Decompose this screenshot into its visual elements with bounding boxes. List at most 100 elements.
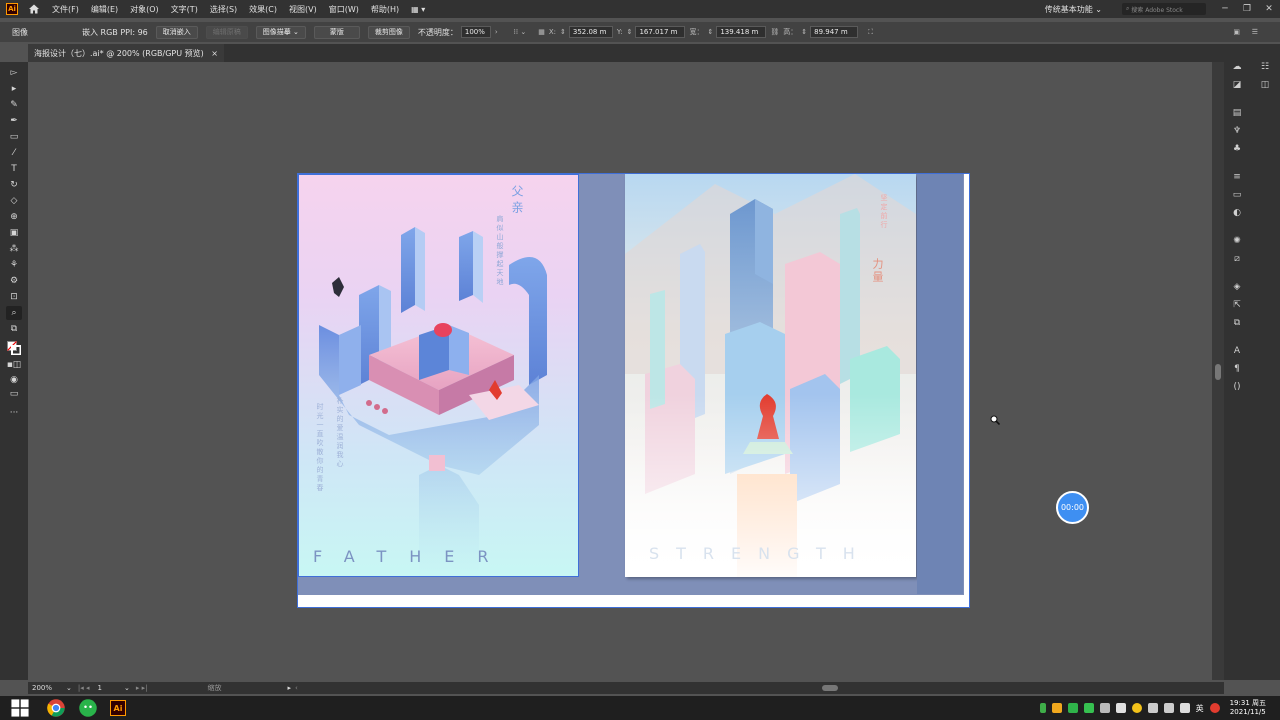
stepper-icon[interactable]: ⇕ xyxy=(707,28,713,36)
battery-icon[interactable] xyxy=(1039,703,1046,713)
display-icon[interactable] xyxy=(1163,703,1174,713)
chevron-down-icon[interactable]: ⌄ xyxy=(66,684,72,692)
input-method-indicator[interactable]: 英 xyxy=(1196,703,1204,714)
direct-selection-tool-icon[interactable]: ▸ xyxy=(6,82,22,96)
artboards-icon[interactable]: ◪ xyxy=(1229,78,1245,92)
x-field[interactable]: 352.08 m xyxy=(568,26,613,38)
poster-father[interactable]: 父亲 肩似山般撑起天地 朴实的爱温润我心 时光一直吹散你的青春 FATHER xyxy=(298,174,579,577)
vertical-scrollbar[interactable] xyxy=(1212,62,1224,680)
stock-search-input[interactable]: ⌕ 搜索 Adobe Stock xyxy=(1122,3,1206,15)
close-icon[interactable]: ✕ xyxy=(1258,4,1280,14)
gradient-icon[interactable]: ▭ xyxy=(1229,188,1245,202)
reference-point-icon[interactable]: ▦ xyxy=(538,28,545,36)
y-field[interactable]: 167.017 m xyxy=(635,26,686,38)
menu-effect[interactable]: 效果(C) xyxy=(249,4,277,15)
transform-icon[interactable]: ⛶ xyxy=(868,28,873,37)
free-transform-tool-icon[interactable]: ⊕ xyxy=(6,210,22,224)
menu-edit[interactable]: 编辑(E) xyxy=(91,4,118,15)
menu-window[interactable]: 窗口(W) xyxy=(329,4,359,15)
taskbar-clock[interactable]: 19:31 周五 2021/11/5 xyxy=(1230,699,1266,717)
chrome-icon[interactable] xyxy=(46,698,66,718)
zoom-level[interactable]: 200% xyxy=(32,684,52,692)
workspace-switcher[interactable]: 传统基本功能 ⌄ xyxy=(1045,4,1102,15)
more-tools-icon[interactable]: ··· xyxy=(6,406,22,420)
rotate-tool-icon[interactable]: ↻ xyxy=(6,178,22,192)
link-proportions-icon[interactable]: ⛓ xyxy=(770,28,779,36)
chevron-right-icon[interactable]: › xyxy=(495,28,498,36)
stepper-icon[interactable]: ⇕ xyxy=(560,28,566,36)
volume-icon[interactable] xyxy=(1179,703,1190,713)
image-trace-icon[interactable]: ⧄ xyxy=(1229,252,1245,266)
libraries-icon[interactable]: ▤ xyxy=(1229,106,1245,120)
color-mode-icon[interactable]: ▪◫ xyxy=(6,358,22,372)
align-icon[interactable]: ⁞⁞ ⌄ xyxy=(514,28,527,36)
paintbrush-tool-icon[interactable]: ⁄ xyxy=(6,146,22,160)
export-icon[interactable]: ⇱ xyxy=(1229,298,1245,312)
pathfinder-icon[interactable]: ⧉ xyxy=(1229,316,1245,330)
next-artboard-icon[interactable]: ▸ ▸| xyxy=(136,684,148,692)
type-tool-icon[interactable]: T xyxy=(6,162,22,176)
menu-view[interactable]: 视图(V) xyxy=(289,4,317,15)
network-icon[interactable] xyxy=(1115,703,1126,713)
mask-button[interactable]: 蒙版 xyxy=(313,25,360,39)
document-tab[interactable]: 海报设计（七）.ai* @ 200% (RGB/GPU 预览) × xyxy=(28,44,224,62)
gradient-tool-icon[interactable]: ▣ xyxy=(6,226,22,240)
chevron-down-icon[interactable]: ⌄ xyxy=(124,684,130,692)
vertical-scroll-thumb[interactable] xyxy=(1215,364,1221,380)
layers-icon[interactable]: ◈ xyxy=(1229,280,1245,294)
selection-tool-icon[interactable]: ▻ xyxy=(6,66,22,80)
document-info-icon[interactable]: ◫ xyxy=(1257,78,1273,92)
scroll-left-icon[interactable]: ‹ xyxy=(295,684,298,692)
minimize-icon[interactable]: ─ xyxy=(1214,4,1236,14)
magic-wand-tool-icon[interactable]: ✎ xyxy=(6,98,22,112)
draw-mode-icon[interactable]: ◉ xyxy=(6,373,22,387)
symbols-icon[interactable]: ♣ xyxy=(1229,142,1245,156)
menu-type[interactable]: 文字(T) xyxy=(171,4,198,15)
appearance-icon[interactable]: ☁ xyxy=(1229,60,1245,74)
transparency-icon[interactable]: ◐ xyxy=(1229,206,1245,220)
rectangle-tool-icon[interactable]: ▭ xyxy=(6,130,22,144)
color-guide-icon[interactable]: ✺ xyxy=(1229,234,1245,248)
symbol-sprayer-tool-icon[interactable]: ⚙ xyxy=(6,274,22,288)
recording-timer[interactable]: 00:00 xyxy=(1056,491,1089,524)
fill-stroke-swap-icon[interactable]: ⧉ xyxy=(6,322,22,336)
arrange-panels-icon[interactable]: ▣ xyxy=(1233,28,1240,36)
first-artboard-icon[interactable]: |◂ ◂ xyxy=(78,684,90,692)
fill-stroke-color-icon[interactable] xyxy=(6,341,22,355)
artboard-number[interactable]: 1 xyxy=(98,684,102,692)
menu-object[interactable]: 对象(O) xyxy=(130,4,159,15)
properties-icon[interactable]: ☷ xyxy=(1257,60,1273,74)
poster-strength[interactable]: 坚定前行 力量 STRENGTH xyxy=(625,174,916,577)
sogou-input-icon[interactable] xyxy=(1209,703,1220,713)
security-icon[interactable] xyxy=(1051,703,1062,713)
wechat-tray-icon[interactable] xyxy=(1067,703,1078,713)
status-menu-arrow-icon[interactable]: ▸ xyxy=(287,684,291,692)
crop-image-button[interactable]: 裁剪图像 xyxy=(367,25,410,39)
zoom-tool-icon[interactable]: ⌕ xyxy=(6,306,22,320)
eyedropper-tool-icon[interactable]: ⁂ xyxy=(6,242,22,256)
illustrator-taskbar-icon[interactable]: Ai xyxy=(110,700,126,716)
opacity-field[interactable]: 100% xyxy=(460,26,491,38)
artboard[interactable]: 父亲 肩似山般撑起天地 朴实的爱温润我心 时光一直吹散你的青春 FATHER 坚… xyxy=(297,173,970,608)
unembed-button[interactable]: 取消嵌入 xyxy=(155,25,198,39)
menu-select[interactable]: 选择(S) xyxy=(210,4,237,15)
blend-tool-icon[interactable]: ⚘ xyxy=(6,258,22,272)
pen-tool-icon[interactable]: ✒ xyxy=(6,114,22,128)
chat-tray-icon[interactable] xyxy=(1083,703,1094,713)
arrange-documents-icon[interactable]: ▦ ▾ xyxy=(411,5,425,14)
qq-icon[interactable] xyxy=(1131,703,1142,713)
wifi-icon[interactable] xyxy=(1147,703,1158,713)
brushes-icon[interactable]: ♆ xyxy=(1229,124,1245,138)
edit-original-button[interactable]: 编辑原稿 xyxy=(205,25,248,39)
windows-start-icon[interactable] xyxy=(10,698,30,718)
artboard-tool-icon[interactable]: ⊡ xyxy=(6,290,22,304)
menu-file[interactable]: 文件(F) xyxy=(52,4,79,15)
character-icon[interactable]: A xyxy=(1229,344,1245,358)
paragraph-icon[interactable]: ¶ xyxy=(1229,362,1245,376)
wechat-app-icon[interactable] xyxy=(78,698,98,718)
opentype-icon[interactable]: () xyxy=(1229,380,1245,394)
screen-mode-icon[interactable]: ▭ xyxy=(6,387,22,401)
height-field[interactable]: 89.947 m xyxy=(810,26,859,38)
horizontal-scroll-thumb[interactable] xyxy=(822,685,838,691)
stepper-icon[interactable]: ⇕ xyxy=(627,28,633,36)
